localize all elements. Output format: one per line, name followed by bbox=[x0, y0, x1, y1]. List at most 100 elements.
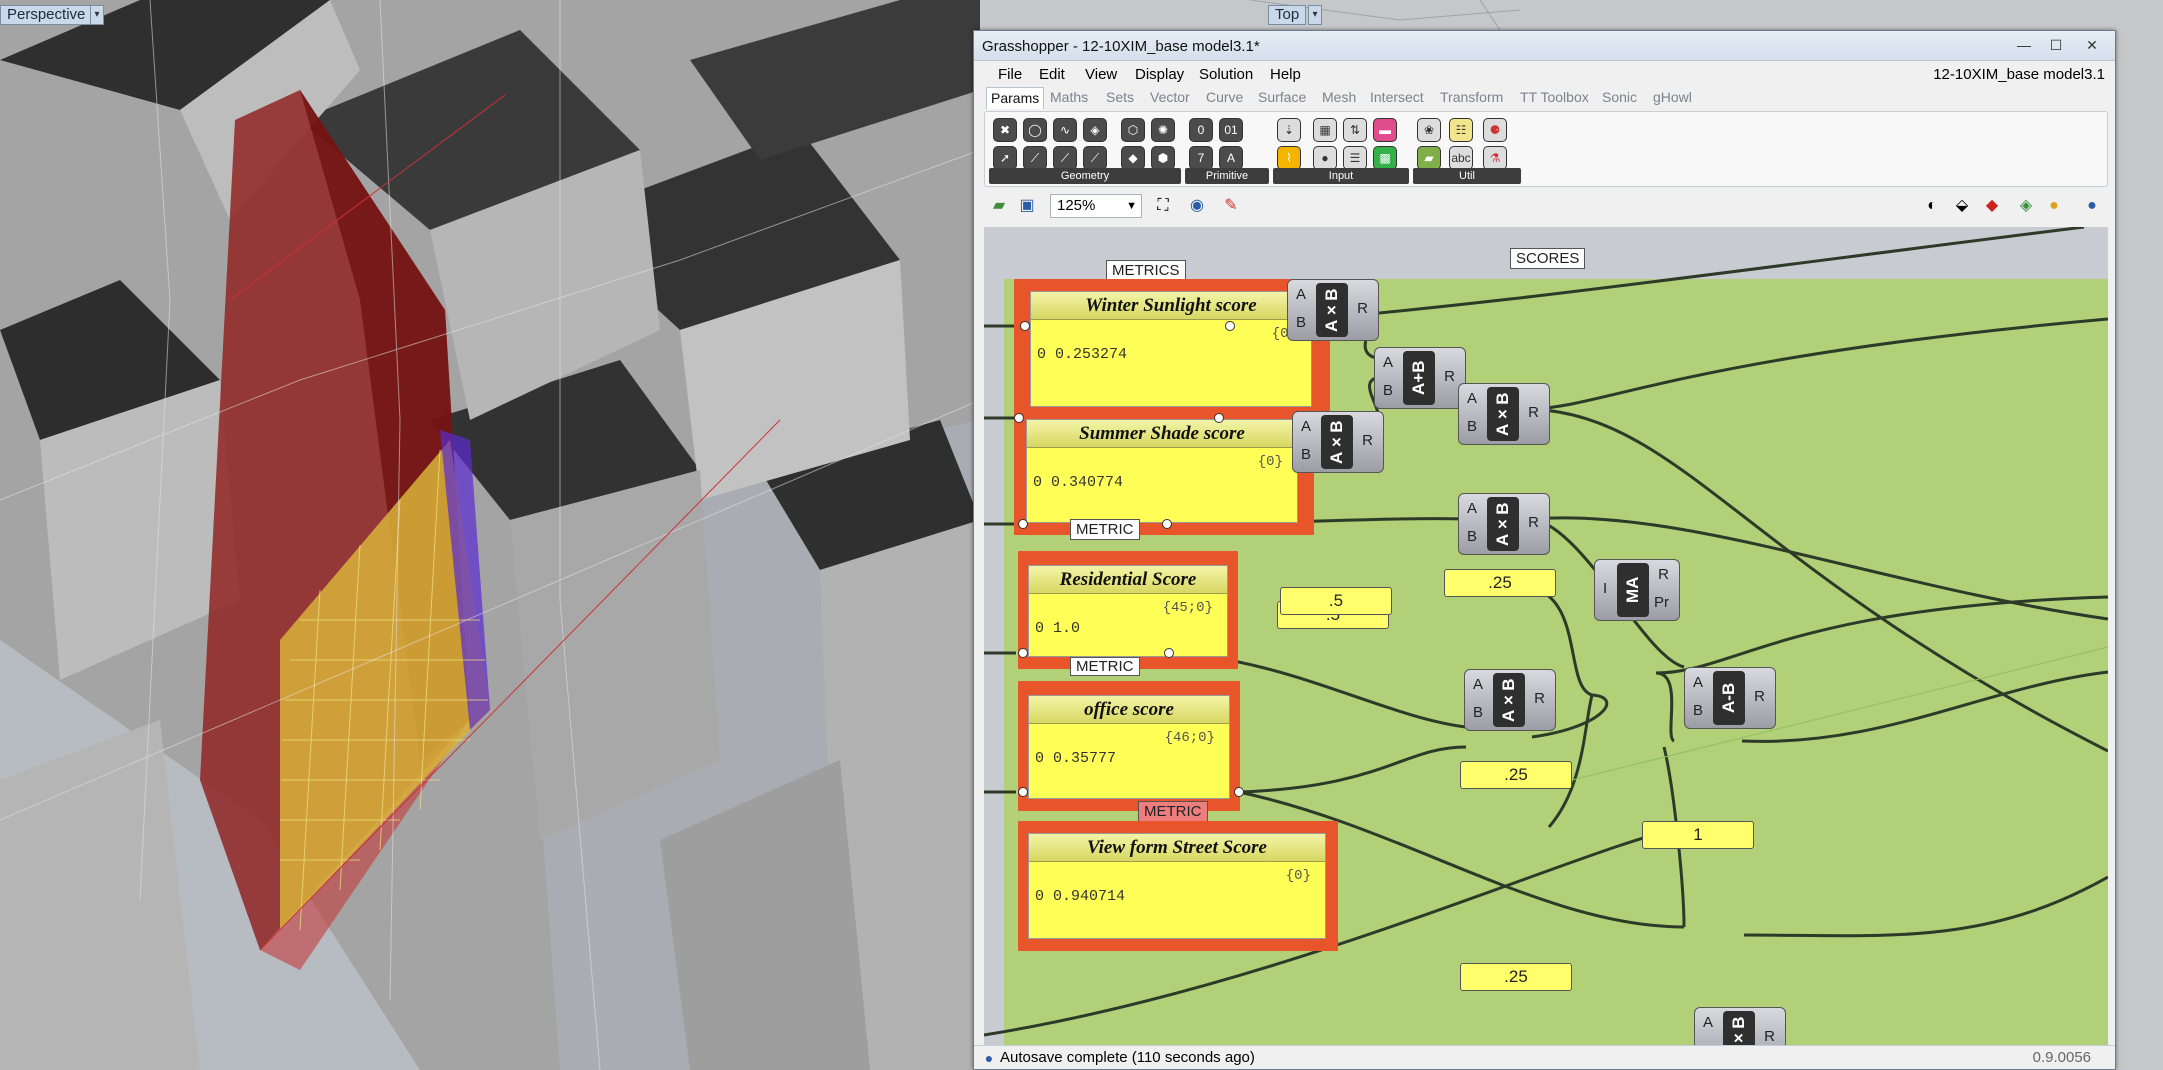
circle-param-icon[interactable]: ◯ bbox=[1023, 118, 1047, 142]
close-icon[interactable]: ✕ bbox=[2077, 35, 2107, 55]
tab-intersect[interactable]: Intersect bbox=[1370, 89, 1424, 105]
subtraction-component[interactable]: A B A-B R bbox=[1684, 667, 1776, 729]
graph-mapper-icon[interactable]: ⌇ bbox=[1277, 146, 1301, 170]
input-grip[interactable] bbox=[1018, 519, 1028, 529]
scribble-icon[interactable]: ☷ bbox=[1449, 118, 1473, 142]
callout-metric[interactable]: METRIC bbox=[1070, 657, 1140, 676]
multiply-component[interactable]: A B A×B R bbox=[1464, 669, 1556, 731]
callout-metric[interactable]: METRIC bbox=[1138, 801, 1208, 822]
preview-eye-icon[interactable]: ◉ bbox=[1186, 195, 1208, 217]
panel-input-icon[interactable]: ⇣ bbox=[1277, 118, 1301, 142]
multiply-component[interactable]: A B A×B R bbox=[1458, 383, 1550, 445]
callout-metric[interactable]: METRIC bbox=[1070, 519, 1140, 540]
input-grip[interactable] bbox=[1014, 413, 1024, 423]
vector-param-icon[interactable]: ➚ bbox=[993, 146, 1017, 170]
top-dropdown-icon[interactable]: ▾ bbox=[1308, 5, 1322, 25]
addition-component[interactable]: A B A+B R bbox=[1374, 347, 1466, 409]
zoom-select[interactable]: 125% ▼ bbox=[1050, 194, 1142, 218]
list-input-icon[interactable]: ☰ bbox=[1343, 146, 1367, 170]
shaded-preview-icon[interactable]: ⬙ bbox=[1951, 195, 1973, 217]
output-grip[interactable] bbox=[1164, 648, 1174, 658]
panel-winter-sunlight[interactable]: Winter Sunlight score {0} 0 0.253274 bbox=[1014, 279, 1330, 417]
maximize-icon[interactable]: ☐ bbox=[2041, 35, 2071, 55]
slider-input-icon[interactable]: ⇅ bbox=[1343, 118, 1367, 142]
group-param-icon[interactable]: ⬢ bbox=[1151, 146, 1175, 170]
tab-sets[interactable]: Sets bbox=[1106, 89, 1134, 105]
line-param-icon[interactable]: ⟋ bbox=[1023, 146, 1047, 170]
number-slider[interactable]: .25 bbox=[1460, 963, 1572, 991]
brep-param-icon[interactable]: ◈ bbox=[1083, 118, 1107, 142]
number-slider[interactable]: .25 bbox=[1460, 761, 1572, 789]
tab-maths[interactable]: Maths bbox=[1050, 89, 1088, 105]
surface-param-icon[interactable]: ⟋ bbox=[1083, 146, 1107, 170]
callout-scores[interactable]: SCORES bbox=[1510, 248, 1586, 269]
input-grip[interactable] bbox=[1018, 648, 1028, 658]
menu-help[interactable]: Help bbox=[1270, 66, 1301, 83]
tab-vector[interactable]: Vector bbox=[1150, 89, 1190, 105]
calculator-icon[interactable]: ▦ bbox=[1313, 118, 1337, 142]
text-param-icon[interactable]: A bbox=[1219, 146, 1243, 170]
panel-summer-shade[interactable]: Summer Shade score {0} 0 0.340774 bbox=[1014, 407, 1314, 535]
selected-preview-icon[interactable]: ◆ bbox=[1981, 195, 2003, 217]
tab-params[interactable]: Params bbox=[986, 87, 1045, 109]
perspective-dropdown-icon[interactable]: ▾ bbox=[90, 5, 104, 25]
tab-tt-toolbox[interactable]: TT Toolbox bbox=[1520, 89, 1589, 105]
panel-office[interactable]: office score {46;0} 0 0.35777 bbox=[1018, 681, 1240, 811]
tab-ghowl[interactable]: gHowl bbox=[1653, 89, 1692, 105]
mass-addition-component[interactable]: I MA R Pr bbox=[1594, 559, 1680, 621]
mesh-param-icon[interactable]: ⬡ bbox=[1121, 118, 1145, 142]
multiply-component[interactable]: A B A×B R bbox=[1292, 411, 1384, 473]
multiply-component[interactable]: A B A×B R bbox=[1287, 279, 1379, 341]
tab-transform[interactable]: Transform bbox=[1440, 89, 1503, 105]
menu-view[interactable]: View bbox=[1085, 66, 1117, 83]
menu-edit[interactable]: Edit bbox=[1039, 66, 1065, 83]
minimize-icon[interactable]: — bbox=[2009, 35, 2039, 55]
panel-view-from-street[interactable]: View form Street Score {0} 0 0.940714 bbox=[1018, 821, 1338, 951]
perspective-viewport-tab[interactable]: Perspective bbox=[0, 5, 93, 25]
tab-mesh[interactable]: Mesh bbox=[1322, 89, 1356, 105]
curve-param-icon[interactable]: ∿ bbox=[1053, 118, 1077, 142]
gradient-icon[interactable]: ▬ bbox=[1373, 118, 1397, 142]
display-mode-icon[interactable]: ● bbox=[2081, 195, 2103, 217]
menu-display[interactable]: Display bbox=[1135, 66, 1184, 83]
wireframe-preview-icon[interactable]: ◐ bbox=[1921, 195, 1943, 217]
boolean-param-icon[interactable]: 01 bbox=[1219, 118, 1243, 142]
tab-sonic[interactable]: Sonic bbox=[1602, 89, 1637, 105]
top-viewport-tab[interactable]: Top bbox=[1268, 5, 1307, 25]
tab-surface[interactable]: Surface bbox=[1258, 89, 1306, 105]
matrix-input-icon[interactable]: ▩ bbox=[1373, 146, 1397, 170]
save-icon[interactable]: ▣ bbox=[1016, 195, 1038, 217]
flask-icon[interactable]: ⚗ bbox=[1483, 146, 1507, 170]
jump-icon[interactable]: ⚈ bbox=[1483, 118, 1507, 142]
gh-title-bar[interactable]: Grasshopper - 12-10XIM_base model3.1* — … bbox=[974, 31, 2115, 61]
number-param-icon[interactable]: 7 bbox=[1189, 146, 1213, 170]
arc-param-icon[interactable]: ⟋ bbox=[1053, 146, 1077, 170]
field-param-icon[interactable]: ✺ bbox=[1151, 118, 1175, 142]
point-param-icon[interactable]: ✖ bbox=[993, 118, 1017, 142]
number-slider[interactable]: .5 bbox=[1280, 587, 1392, 615]
panel-residential[interactable]: Residential Score {45;0} 0 1.0 bbox=[1018, 551, 1238, 669]
button-input-icon[interactable]: ● bbox=[1313, 146, 1337, 170]
output-grip[interactable] bbox=[1162, 519, 1172, 529]
box-param-icon[interactable]: ◆ bbox=[1121, 146, 1145, 170]
tab-curve[interactable]: Curve bbox=[1206, 89, 1243, 105]
integer-param-icon[interactable]: 0 bbox=[1189, 118, 1213, 142]
sketch-pen-icon[interactable]: ✎ bbox=[1220, 195, 1242, 217]
scribble-text-icon[interactable]: abc bbox=[1449, 146, 1473, 170]
output-grip[interactable] bbox=[1234, 787, 1244, 797]
output-grip[interactable] bbox=[1214, 413, 1224, 423]
gh-canvas[interactable]: METRICS SCORES Winter Sunlight score {0}… bbox=[984, 227, 2108, 1045]
document-preview-icon[interactable]: ◈ bbox=[2015, 195, 2037, 217]
image-sampler-icon[interactable]: ▰ bbox=[1417, 146, 1441, 170]
open-file-icon[interactable]: ▰ bbox=[988, 195, 1010, 217]
menu-solution[interactable]: Solution bbox=[1199, 66, 1253, 83]
zoom-extents-icon[interactable]: ⛶ bbox=[1152, 195, 1174, 217]
material-preview-icon[interactable]: ● bbox=[2043, 195, 2065, 217]
callout-metrics[interactable]: METRICS bbox=[1106, 260, 1186, 281]
multiply-component[interactable]: A B A×B R bbox=[1694, 1007, 1786, 1045]
input-grip[interactable] bbox=[1020, 321, 1030, 331]
input-grip[interactable] bbox=[1018, 787, 1028, 797]
menu-file[interactable]: File bbox=[998, 66, 1022, 83]
output-grip[interactable] bbox=[1225, 321, 1235, 331]
cluster-icon[interactable]: ❀ bbox=[1417, 118, 1441, 142]
